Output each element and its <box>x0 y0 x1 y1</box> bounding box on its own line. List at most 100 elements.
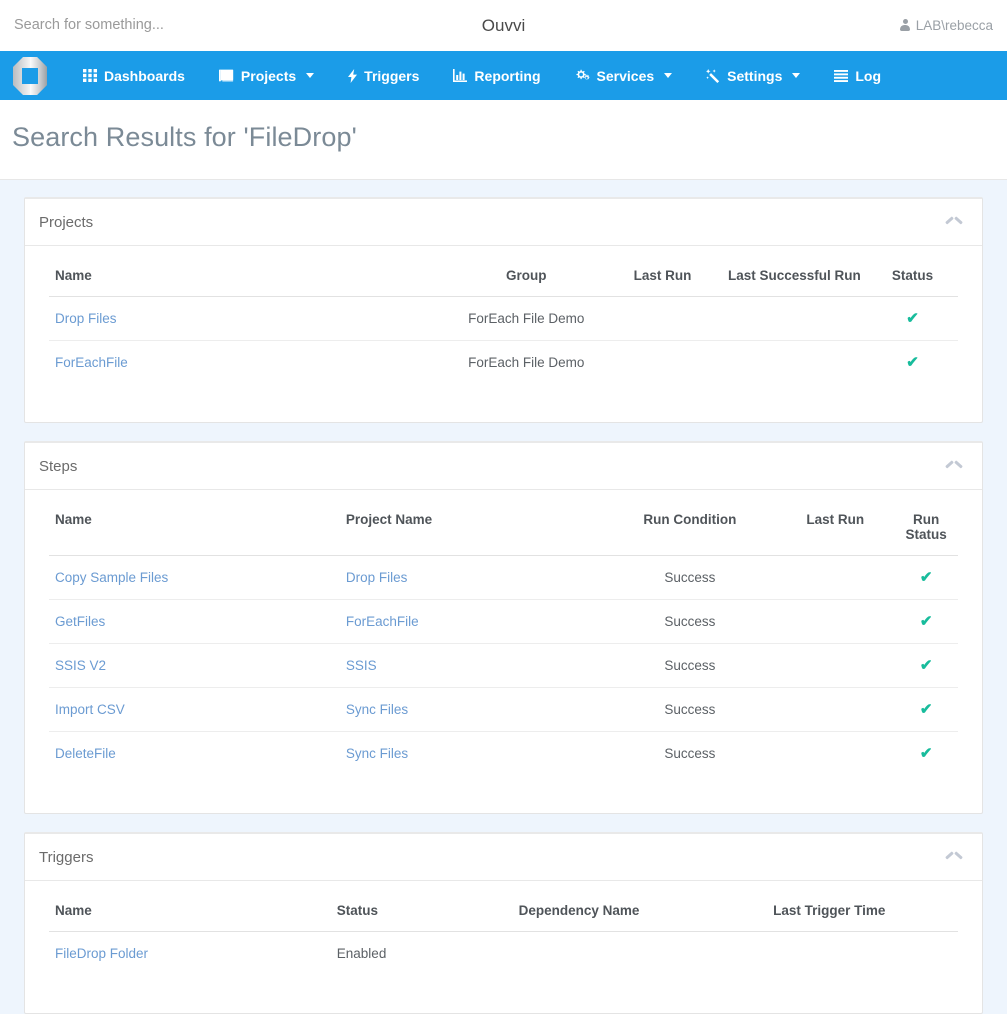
step-link[interactable]: SSIS V2 <box>55 658 106 673</box>
status-check-icon: ✔ <box>919 569 933 586</box>
panel-projects: Projects Name Group Last Run Last Succes… <box>24 197 983 423</box>
cell-last-trigger-time <box>767 931 958 975</box>
chevron-up-icon[interactable] <box>946 218 962 228</box>
column-header-name: Name <box>49 256 449 297</box>
panel-steps-header[interactable]: Steps <box>25 443 982 490</box>
cell-dependency-name <box>512 931 768 975</box>
column-header-last-trigger-time: Last Trigger Time <box>767 891 958 932</box>
projects-table: Name Group Last Run Last Successful Run … <box>49 256 958 384</box>
bar-chart-icon <box>453 69 468 82</box>
column-header-dependency-name: Dependency Name <box>512 891 768 932</box>
panel-steps-body: Name Project Name Run Condition Last Run… <box>25 490 982 813</box>
table-row: Import CSV Sync Files Success ✔ <box>49 687 958 732</box>
page-title: Search Results for 'FileDrop' <box>12 122 357 152</box>
cell-group: ForEach File Demo <box>448 340 604 384</box>
column-header-run-condition: Run Condition <box>603 500 777 556</box>
nav-label: Log <box>855 67 882 84</box>
cell-last-run <box>776 643 895 688</box>
table-body: Drop Files ForEach File Demo ✔ ForEachFi… <box>49 296 958 384</box>
top-bar: Ouvvi LAB\rebecca <box>0 0 1007 51</box>
table-row: GetFiles ForEachFile Success ✔ <box>49 599 958 644</box>
status-check-icon: ✔ <box>919 745 933 762</box>
nav-label: Projects <box>240 67 297 84</box>
chevron-down-icon <box>664 73 673 78</box>
column-header-group: Group <box>448 256 604 297</box>
search-input[interactable] <box>14 0 334 51</box>
step-link[interactable]: GetFiles <box>55 614 105 629</box>
cell-run-condition: Success <box>603 599 777 644</box>
panel-projects-header[interactable]: Projects <box>25 199 982 246</box>
chevron-down-icon <box>306 73 315 78</box>
table-row: FileDrop Folder Enabled <box>49 931 958 975</box>
status-check-icon: ✔ <box>919 613 933 630</box>
status-check-icon: ✔ <box>919 657 933 674</box>
project-link[interactable]: Drop Files <box>346 570 408 585</box>
main-navbar: Dashboards Projects Triggers Reporting S… <box>0 51 1007 100</box>
cell-last-run <box>603 296 722 341</box>
table-header-row: Name Project Name Run Condition Last Run… <box>49 500 958 556</box>
project-link[interactable]: Sync Files <box>346 746 408 761</box>
cell-group: ForEach File Demo <box>448 296 604 341</box>
nav-item-dashboards[interactable]: Dashboards <box>66 51 202 100</box>
step-link[interactable]: Import CSV <box>55 702 125 717</box>
panel-triggers-header[interactable]: Triggers <box>25 834 982 881</box>
page-content: Projects Name Group Last Run Last Succes… <box>0 180 1007 1014</box>
page-header: Search Results for 'FileDrop' <box>0 100 1007 180</box>
cell-last-successful-run <box>721 296 868 341</box>
panel-title: Steps <box>39 458 78 475</box>
cell-last-run <box>776 555 895 600</box>
triggers-table: Name Status Dependency Name Last Trigger… <box>49 891 958 975</box>
column-header-status: Status <box>330 891 513 932</box>
table-header: Name Group Last Run Last Successful Run … <box>49 256 958 297</box>
project-link[interactable]: ForEachFile <box>346 614 419 629</box>
status-check-icon: ✔ <box>906 354 919 371</box>
column-header-run-status: Run Status <box>894 500 958 556</box>
project-link[interactable]: Sync Files <box>346 702 408 717</box>
step-link[interactable]: Copy Sample Files <box>55 570 168 585</box>
nav-label: Settings <box>727 67 783 84</box>
project-link[interactable]: SSIS <box>346 658 377 673</box>
nav-label: Reporting <box>474 67 541 84</box>
nav-item-services[interactable]: Services <box>558 51 690 100</box>
grid-icon <box>83 69 97 82</box>
nav-item-settings[interactable]: Settings <box>689 51 817 100</box>
cell-run-condition: Success <box>603 687 777 732</box>
trigger-link[interactable]: FileDrop Folder <box>55 946 148 961</box>
column-header-last-successful-run: Last Successful Run <box>721 256 868 297</box>
table-row: SSIS V2 SSIS Success ✔ <box>49 643 958 688</box>
table-row: Drop Files ForEach File Demo ✔ <box>49 296 958 341</box>
cell-last-successful-run <box>721 340 868 384</box>
cell-run-condition: Success <box>603 731 777 775</box>
step-link[interactable]: DeleteFile <box>55 746 116 761</box>
nav-item-triggers[interactable]: Triggers <box>331 51 436 100</box>
panel-triggers: Triggers Name Status Dependency Name Las… <box>24 832 983 1014</box>
project-link[interactable]: ForEachFile <box>55 355 128 370</box>
cell-run-condition: Success <box>603 555 777 600</box>
table-header-row: Name Status Dependency Name Last Trigger… <box>49 891 958 932</box>
nav-item-reporting[interactable]: Reporting <box>436 51 557 100</box>
column-header-name: Name <box>49 500 340 556</box>
cell-last-run <box>776 599 895 644</box>
column-header-last-run: Last Run <box>603 256 722 297</box>
user-icon <box>900 19 911 32</box>
chevron-up-icon[interactable] <box>946 853 962 863</box>
list-icon <box>834 69 849 82</box>
chevron-down-icon <box>792 73 801 78</box>
panel-projects-body: Name Group Last Run Last Successful Run … <box>25 246 982 422</box>
nav-item-projects[interactable]: Projects <box>202 51 331 100</box>
project-link[interactable]: Drop Files <box>55 311 117 326</box>
book-icon <box>218 69 234 82</box>
table-body: Copy Sample Files Drop Files Success ✔ G… <box>49 555 958 775</box>
user-menu[interactable]: LAB\rebecca <box>900 18 993 33</box>
status-check-icon: ✔ <box>919 701 933 718</box>
nav-item-log[interactable]: Log <box>817 51 898 100</box>
brand-logo-link[interactable] <box>8 51 52 100</box>
column-header-status: Status <box>867 256 958 297</box>
table-row: Copy Sample Files Drop Files Success ✔ <box>49 555 958 600</box>
cogs-icon <box>575 69 590 82</box>
chevron-up-icon[interactable] <box>946 462 962 472</box>
steps-table: Name Project Name Run Condition Last Run… <box>49 500 958 775</box>
panel-title: Projects <box>39 214 94 231</box>
table-header: Name Project Name Run Condition Last Run… <box>49 500 958 556</box>
table-header-row: Name Group Last Run Last Successful Run … <box>49 256 958 297</box>
